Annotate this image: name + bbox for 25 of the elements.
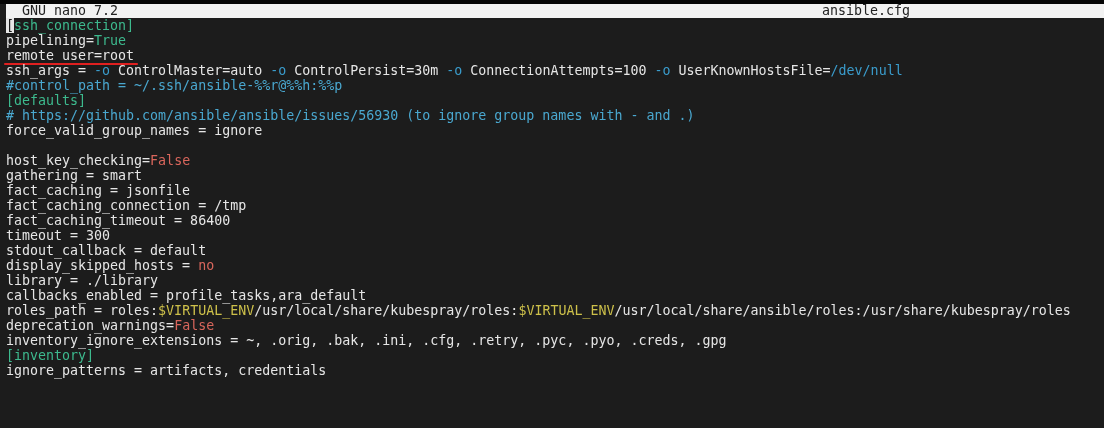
code-line: host_key_checking=False (6, 153, 191, 168)
code-line: # https://github.com/ansible/ansible/issues/56930 (to ignore group names with - and .) (6, 108, 695, 123)
code-line: force_valid_group_names = ignore (6, 123, 263, 138)
code-line: [inventory] (6, 348, 95, 363)
code-line: ignore_patterns = artifacts, credentials (6, 363, 327, 378)
app-title: GNU nano 7.2 (21, 4, 120, 18)
file-name: ansible.cfg (822, 4, 911, 18)
code-line: library = ./library (6, 273, 159, 288)
code-line: roles_path = roles:$VIRTUAL_ENV/usr/local/share/kubespray/roles:$VIRTUAL_ENV/usr/local/share/ansible/roles:/usr/share/kubespray/roles (6, 303, 1071, 318)
code-line: display_skipped_hosts = no (6, 258, 215, 273)
code-line: deprecation_warnings=False (6, 318, 215, 333)
code-line: timeout = 300 (6, 228, 111, 243)
code-line: [defaults] (6, 93, 87, 108)
code-line: gathering = smart (6, 168, 143, 183)
code-line: fact_caching_timeout = 86400 (6, 213, 231, 228)
code-line: remote_user=root (6, 48, 135, 63)
code-line: [ssh_connection] (6, 18, 135, 33)
code-line: callbacks_enabled = profile_tasks,ara_default (6, 288, 367, 303)
code-line: #control_path = ~/.ssh/ansible-%%r@%%h:%%p (6, 78, 343, 93)
code-line: pipelining=True (6, 33, 127, 48)
code-line: stdout_callback = default (6, 243, 207, 258)
code-line: inventory_ignore_extensions = ~, .orig, .bak, .ini, .cfg, .retry, .pyc, .pyo, .creds, .gpg (6, 333, 727, 348)
code-line: fact_caching = jsonfile (6, 183, 191, 198)
code-line: ssh_args = -o ControlMaster=auto -o ControlPersist=30m -o ConnectionAttempts=100 -o UserKnownHostsFile=/dev/null (6, 63, 903, 78)
code-line: fact_caching_connection = /tmp (6, 198, 247, 213)
